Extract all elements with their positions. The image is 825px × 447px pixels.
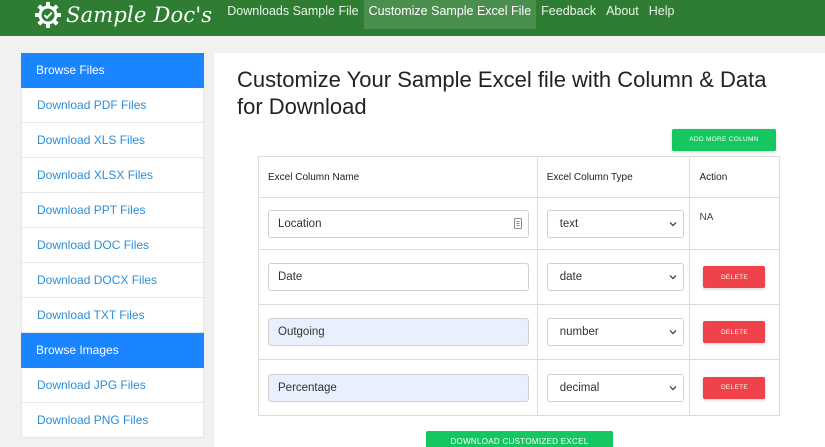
brand-logo[interactable]: Sample Doc's bbox=[34, 0, 212, 36]
brand-name: Sample Doc's bbox=[66, 3, 213, 27]
delete-button[interactable]: DELETE bbox=[703, 266, 766, 288]
sidebar-item-docx[interactable]: Download DOCX Files bbox=[21, 263, 204, 298]
table-row: date DELETE bbox=[258, 249, 780, 305]
column-type-value: number bbox=[559, 326, 599, 338]
sidebar-item-ppt[interactable]: Download PPT Files bbox=[21, 193, 204, 228]
sidebar-item-doc[interactable]: Download DOC Files bbox=[21, 228, 204, 263]
header-column-type: Excel Column Type bbox=[536, 156, 691, 198]
action-na-text: NA bbox=[699, 211, 714, 223]
header-action: Action bbox=[689, 156, 780, 198]
column-name-input[interactable] bbox=[268, 209, 529, 238]
sidebar-header-browse-images[interactable]: Browse Images bbox=[21, 333, 204, 368]
add-more-column-button[interactable]: ADD MORE COLUMN bbox=[672, 129, 776, 151]
table-row: decimal DELETE bbox=[258, 359, 780, 416]
sidebar-item-jpg[interactable]: Download JPG Files bbox=[21, 368, 204, 403]
column-name-input[interactable] bbox=[268, 263, 529, 291]
column-name-input[interactable] bbox=[268, 318, 529, 346]
column-type-value: decimal bbox=[559, 381, 600, 394]
sidebar-item-xls[interactable]: Download XLS Files bbox=[21, 123, 204, 158]
sidebar-item-png[interactable]: Download PNG Files bbox=[21, 403, 204, 438]
delete-button[interactable]: DELETE bbox=[703, 321, 766, 343]
columns-table: Excel Column Name Excel Column Type Acti… bbox=[258, 156, 780, 416]
nav-customize-sample-excel-file[interactable]: Customize Sample Excel File bbox=[363, 0, 537, 29]
nav-help[interactable]: Help bbox=[644, 0, 680, 29]
sidebar-item-xlsx[interactable]: Download XLSX Files bbox=[21, 158, 204, 193]
keyboard-icon[interactable] bbox=[514, 217, 522, 229]
column-name-wrap bbox=[268, 209, 529, 238]
top-navbar: Sample Doc's Downloads Sample File Custo… bbox=[0, 0, 825, 36]
page-title: Customize Your Sample Excel file with Co… bbox=[237, 67, 767, 119]
table-row: number DELETE bbox=[258, 304, 780, 360]
sidebar-header-browse-files[interactable]: Browse Files bbox=[21, 53, 204, 88]
table-header-row: Excel Column Name Excel Column Type Acti… bbox=[258, 156, 780, 198]
nav-about[interactable]: About bbox=[601, 0, 644, 29]
column-type-select[interactable]: number bbox=[546, 318, 684, 346]
chevron-down-icon bbox=[669, 330, 677, 335]
header-column-name: Excel Column Name bbox=[258, 156, 538, 198]
column-type-select[interactable]: decimal bbox=[546, 373, 684, 402]
column-type-select[interactable]: date bbox=[546, 263, 684, 291]
chevron-down-icon bbox=[669, 275, 677, 280]
chevron-down-icon bbox=[669, 221, 677, 226]
column-type-value: text bbox=[559, 217, 579, 230]
chevron-down-icon bbox=[669, 385, 677, 390]
nav-links: Downloads Sample File Customize Sample E… bbox=[222, 0, 679, 36]
table-row: text NA bbox=[258, 197, 780, 250]
nav-feedback[interactable]: Feedback bbox=[536, 0, 601, 29]
sidebar: Browse Files Download PDF Files Download… bbox=[21, 53, 204, 438]
sidebar-item-txt[interactable]: Download TXT Files bbox=[21, 298, 204, 333]
delete-button[interactable]: DELETE bbox=[703, 376, 766, 399]
column-type-value: date bbox=[559, 271, 583, 283]
column-name-input[interactable] bbox=[268, 373, 529, 402]
nav-downloads-sample-file[interactable]: Downloads Sample File bbox=[222, 0, 363, 29]
download-customized-excel-button[interactable]: DOWNLOAD CUSTOMIZED EXCEL bbox=[426, 431, 613, 447]
gear-logo-icon bbox=[35, 2, 61, 28]
sidebar-item-pdf[interactable]: Download PDF Files bbox=[21, 88, 204, 123]
column-type-select[interactable]: text bbox=[546, 209, 684, 238]
main-panel: Customize Your Sample Excel file with Co… bbox=[214, 53, 825, 447]
